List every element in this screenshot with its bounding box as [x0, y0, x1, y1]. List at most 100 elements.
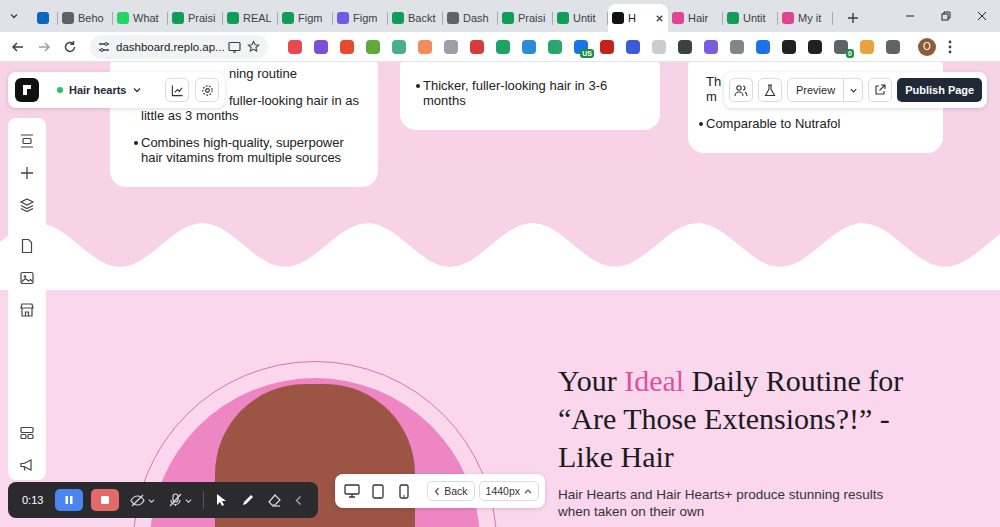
- minimize-button[interactable]: [892, 0, 928, 32]
- collaborators-button[interactable]: [729, 78, 753, 102]
- close-tab-icon[interactable]: [655, 14, 664, 23]
- extensions-bar: US 0: [282, 35, 906, 59]
- plus-icon: [19, 165, 35, 181]
- pen-tool[interactable]: [238, 488, 257, 512]
- extension-button[interactable]: [776, 35, 802, 59]
- project-name[interactable]: Hair hearts: [69, 84, 126, 96]
- desktop-button[interactable]: [341, 479, 363, 503]
- extension-button[interactable]: [750, 35, 776, 59]
- tab-label: H: [628, 12, 651, 24]
- mic-toggle[interactable]: [166, 488, 195, 512]
- star-icon[interactable]: [247, 40, 260, 53]
- extension-button[interactable]: US: [568, 35, 594, 59]
- camera-toggle[interactable]: [127, 488, 158, 512]
- back-button[interactable]: [6, 35, 30, 59]
- pause-icon: [64, 495, 74, 505]
- extension-button[interactable]: [542, 35, 568, 59]
- extension-button[interactable]: [438, 35, 464, 59]
- extension-button[interactable]: [386, 35, 412, 59]
- new-tab-button[interactable]: [839, 4, 867, 32]
- replo-logo-icon[interactable]: [15, 78, 39, 102]
- settings-button[interactable]: [195, 78, 219, 102]
- extension-button[interactable]: [672, 35, 698, 59]
- publish-button[interactable]: Publish Page: [897, 78, 982, 102]
- extension-button[interactable]: [724, 35, 750, 59]
- extension-button[interactable]: [880, 35, 906, 59]
- sidebar-item[interactable]: [15, 130, 39, 152]
- arrow-right-icon: [37, 40, 51, 54]
- url-field[interactable]: dashboard.replo.ap...: [90, 35, 268, 59]
- benefit-text: Combines high-quality, superpower: [141, 135, 358, 150]
- browser-tab[interactable]: REAL: [223, 4, 278, 32]
- browser-tab[interactable]: Figm: [333, 4, 388, 32]
- recording-time: 0:13: [22, 494, 43, 506]
- browser-tab[interactable]: [28, 4, 58, 32]
- favicon-icon: [227, 12, 239, 24]
- experiments-button[interactable]: [758, 78, 782, 102]
- browser-tab[interactable]: Hair: [668, 4, 723, 32]
- open-live-button[interactable]: [868, 78, 892, 102]
- browser-tab[interactable]: H: [608, 4, 668, 32]
- preview-button[interactable]: Preview: [787, 78, 863, 102]
- extension-button[interactable]: [334, 35, 360, 59]
- extension-button[interactable]: [854, 35, 880, 59]
- tab-search-button[interactable]: [0, 0, 28, 32]
- sidebar-item[interactable]: [15, 235, 39, 257]
- chevron-down-icon[interactable]: [849, 86, 858, 95]
- back-button[interactable]: Back: [427, 481, 474, 501]
- extension-button[interactable]: [490, 35, 516, 59]
- collapse-button[interactable]: [292, 488, 305, 512]
- extension-button[interactable]: [308, 35, 334, 59]
- browser-tab[interactable]: Dash: [443, 4, 498, 32]
- extension-icon: [340, 40, 354, 54]
- browser-tab[interactable]: Beho: [58, 4, 113, 32]
- browser-tab[interactable]: Praisi: [168, 4, 223, 32]
- extension-button[interactable]: [516, 35, 542, 59]
- chevron-down-icon[interactable]: [132, 85, 142, 95]
- extension-button[interactable]: [360, 35, 386, 59]
- people-icon: [734, 84, 748, 97]
- pause-button[interactable]: [55, 489, 83, 511]
- extension-button[interactable]: [412, 35, 438, 59]
- extension-button[interactable]: [646, 35, 672, 59]
- sidebar-item[interactable]: [15, 299, 39, 321]
- extension-button[interactable]: [620, 35, 646, 59]
- mobile-button[interactable]: [393, 479, 415, 503]
- restore-button[interactable]: [928, 0, 964, 32]
- sidebar-item[interactable]: [15, 162, 39, 184]
- sidebar-item[interactable]: [15, 454, 39, 476]
- cursor-tool[interactable]: [212, 488, 230, 512]
- analytics-button[interactable]: [165, 78, 189, 102]
- extension-icon: [548, 40, 562, 54]
- favicon-icon: [612, 12, 624, 24]
- viewport-dropdown[interactable]: 1440px: [479, 481, 539, 501]
- extension-button[interactable]: [464, 35, 490, 59]
- forward-button[interactable]: [32, 35, 56, 59]
- sidebar-item[interactable]: [15, 267, 39, 289]
- extension-button[interactable]: [282, 35, 308, 59]
- sidebar-item[interactable]: [15, 194, 39, 216]
- eraser-tool[interactable]: [265, 488, 284, 512]
- stop-button[interactable]: [91, 489, 119, 511]
- extension-button[interactable]: 0: [828, 35, 854, 59]
- browser-tab[interactable]: Figm: [278, 4, 333, 32]
- browser-tab[interactable]: Backt: [388, 4, 443, 32]
- cast-icon[interactable]: [228, 41, 241, 53]
- browser-menu-button[interactable]: [938, 35, 962, 59]
- extension-button[interactable]: [802, 35, 828, 59]
- close-window-button[interactable]: [964, 0, 1000, 32]
- reload-button[interactable]: [58, 35, 82, 59]
- tablet-button[interactable]: [367, 479, 389, 503]
- site-settings-icon[interactable]: [98, 41, 110, 53]
- browser-tab[interactable]: My it: [778, 4, 833, 32]
- sidebar-item[interactable]: [15, 422, 39, 444]
- browser-tab[interactable]: What: [113, 4, 168, 32]
- favicon-icon: [282, 12, 294, 24]
- profile-avatar[interactable]: O: [918, 38, 936, 56]
- extension-button[interactable]: [698, 35, 724, 59]
- browser-tab[interactable]: Praisi: [498, 4, 553, 32]
- browser-tab[interactable]: Untit: [553, 4, 608, 32]
- browser-tab[interactable]: Untit: [723, 4, 778, 32]
- extension-button[interactable]: [594, 35, 620, 59]
- extension-icon: [470, 40, 484, 54]
